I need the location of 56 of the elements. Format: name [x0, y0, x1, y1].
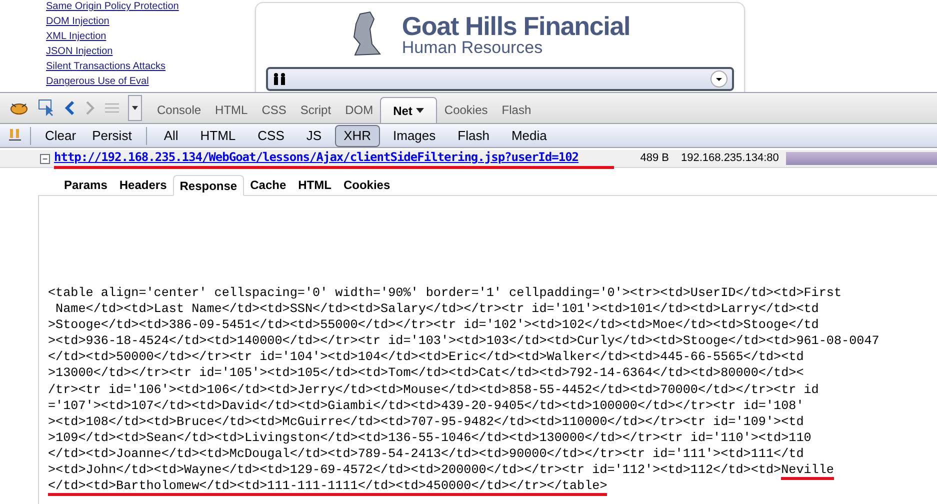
request-url[interactable]: http://192.168.235.134/WebGoat/lessons/Ajax/clientSideFiltering.jsp?userId=102 [54, 148, 614, 169]
response-tab[interactable]: Cookies [337, 175, 396, 195]
response-code-line: <table align='center' cellspacing='0' width='90%' border='1' cellpadding='0'><tr><td>UserID</td><td>First [48, 285, 842, 302]
response-code-line: </td><td>50000</td></tr><tr id='104'><td>104</td><td>Eric</td><td>Walker</td><td>445-66-5565</td><td [48, 349, 804, 366]
panel-tab[interactable]: Cookies [437, 97, 495, 123]
response-code-line: </td><td>Joanne</td><td>McDougal</td><td>789-54-2413</td><td>90000</td></tr><tr id='111'><td>111</td [48, 446, 804, 462]
filter-button[interactable]: CSS [248, 124, 294, 146]
collapse-toggle[interactable]: − [40, 154, 50, 164]
panel-tab[interactable]: CSS [254, 97, 294, 123]
response-code-line: ='107'><td>107</td><td>David</td><td>Giambi</td><td>439-20-9405</td><td>100000</td></tr><tr id='108' [48, 398, 804, 414]
dropdown-caret-icon[interactable] [710, 70, 728, 88]
response-code-line: /tr><tr id='106'><td>106</td><td>Jerry</td><td>Mouse</td><td>858-55-4452</td><td>70000</td></tr><tr id [48, 382, 819, 398]
response-tab[interactable]: Response [172, 175, 244, 196]
response-tab[interactable]: Cache [244, 175, 292, 195]
lesson-link[interactable]: Silent Transactions Attacks [46, 60, 255, 73]
lesson-link[interactable]: DOM Injection [46, 15, 255, 28]
people-icon [272, 73, 288, 85]
response-size: 489 B [639, 151, 669, 166]
panel-tab[interactable]: HTML [208, 97, 255, 123]
header-subtitle: Human Resources [402, 38, 544, 56]
remote-address: 192.168.235.134:80 [681, 151, 780, 166]
response-code-line: ><td>936-18-4524</td><td>140000</td></tr><tr id='103'><td>103</td><td>Curly</td><td>Stooge</td><td>961-08-0047 [48, 333, 880, 350]
panel-tab[interactable]: Flash [494, 97, 538, 123]
menu-dropdown-button[interactable] [128, 95, 142, 121]
filter-button[interactable]: HTML [191, 124, 245, 146]
filter-button[interactable]: XHR [334, 124, 380, 146]
filter-button[interactable]: Media [502, 124, 556, 146]
response-tab[interactable]: HTML [292, 175, 338, 195]
response-code-line: ><td>108</td><td>Bruce</td><td>McGuirre</td><td>707-95-9482</td><td>110000</td></tr><tr id='109'><td [48, 414, 804, 430]
panel-tab[interactable]: DOM [338, 97, 380, 123]
panel-tab[interactable]: Net [380, 97, 438, 123]
filter-button[interactable]: JS [297, 124, 331, 146]
toolbar-button[interactable]: Persist [86, 126, 138, 146]
response-tab[interactable]: Headers [113, 175, 173, 195]
header-title: Goat Hills Financial [402, 12, 630, 38]
lesson-link[interactable]: XML Injection [46, 30, 255, 43]
filter-button[interactable]: Images [384, 124, 445, 146]
response-code-line: >109</td><td>Sean</td><td>Livingston</td><td>136-55-1046</td><td>130000</td></tr><tr id='110'><td>110 [48, 430, 812, 446]
response-code-line: Name</td><td>Last Name</td><td>SSN</td><td>Salary</td></tr><tr id='101'><td>101</td><td>Larry</td><td [54, 301, 819, 318]
response-code-line: </td><td>Bartholomew</td><td>111-111-1111</td><td>450000</td></tr></table> [48, 478, 608, 494]
response-code-line: >Stooge</td><td>386-09-5451</td><td>55000</td></tr><tr id='102'><td>102</td><td>Moe</td><td>Stooge</td [48, 317, 819, 334]
toolbar-button[interactable]: Clear [39, 126, 82, 146]
filter-button[interactable]: Flash [448, 124, 498, 146]
response-code-line: >13000</td></tr><tr id='105'><td>105</td><td>Tom</td><td>Cat</td><td>792-14-6364</td><td>80000</td>< [48, 365, 804, 382]
lesson-link[interactable]: JSON Injection [46, 45, 255, 58]
lesson-link[interactable]: Same Origin Policy Protection [46, 0, 255, 13]
xhr-icon[interactable] [8, 128, 22, 144]
caret-icon [132, 106, 138, 110]
response-code-line: ><td>John</td><td>Wayne</td><td>129-69-4572</td><td>200000</td></tr><tr id='112'><td>112</td><td>Neville [48, 462, 834, 478]
panel-tab[interactable]: Script [293, 97, 338, 123]
panel-tab[interactable]: Console [150, 97, 208, 123]
employee-select[interactable] [266, 67, 734, 91]
lesson-link[interactable]: Dangerous Use of Eval [46, 75, 255, 88]
inspect-pointer-icon[interactable] [38, 99, 56, 117]
response-tab[interactable]: Params [58, 175, 114, 195]
filter-button[interactable]: All [154, 124, 188, 146]
